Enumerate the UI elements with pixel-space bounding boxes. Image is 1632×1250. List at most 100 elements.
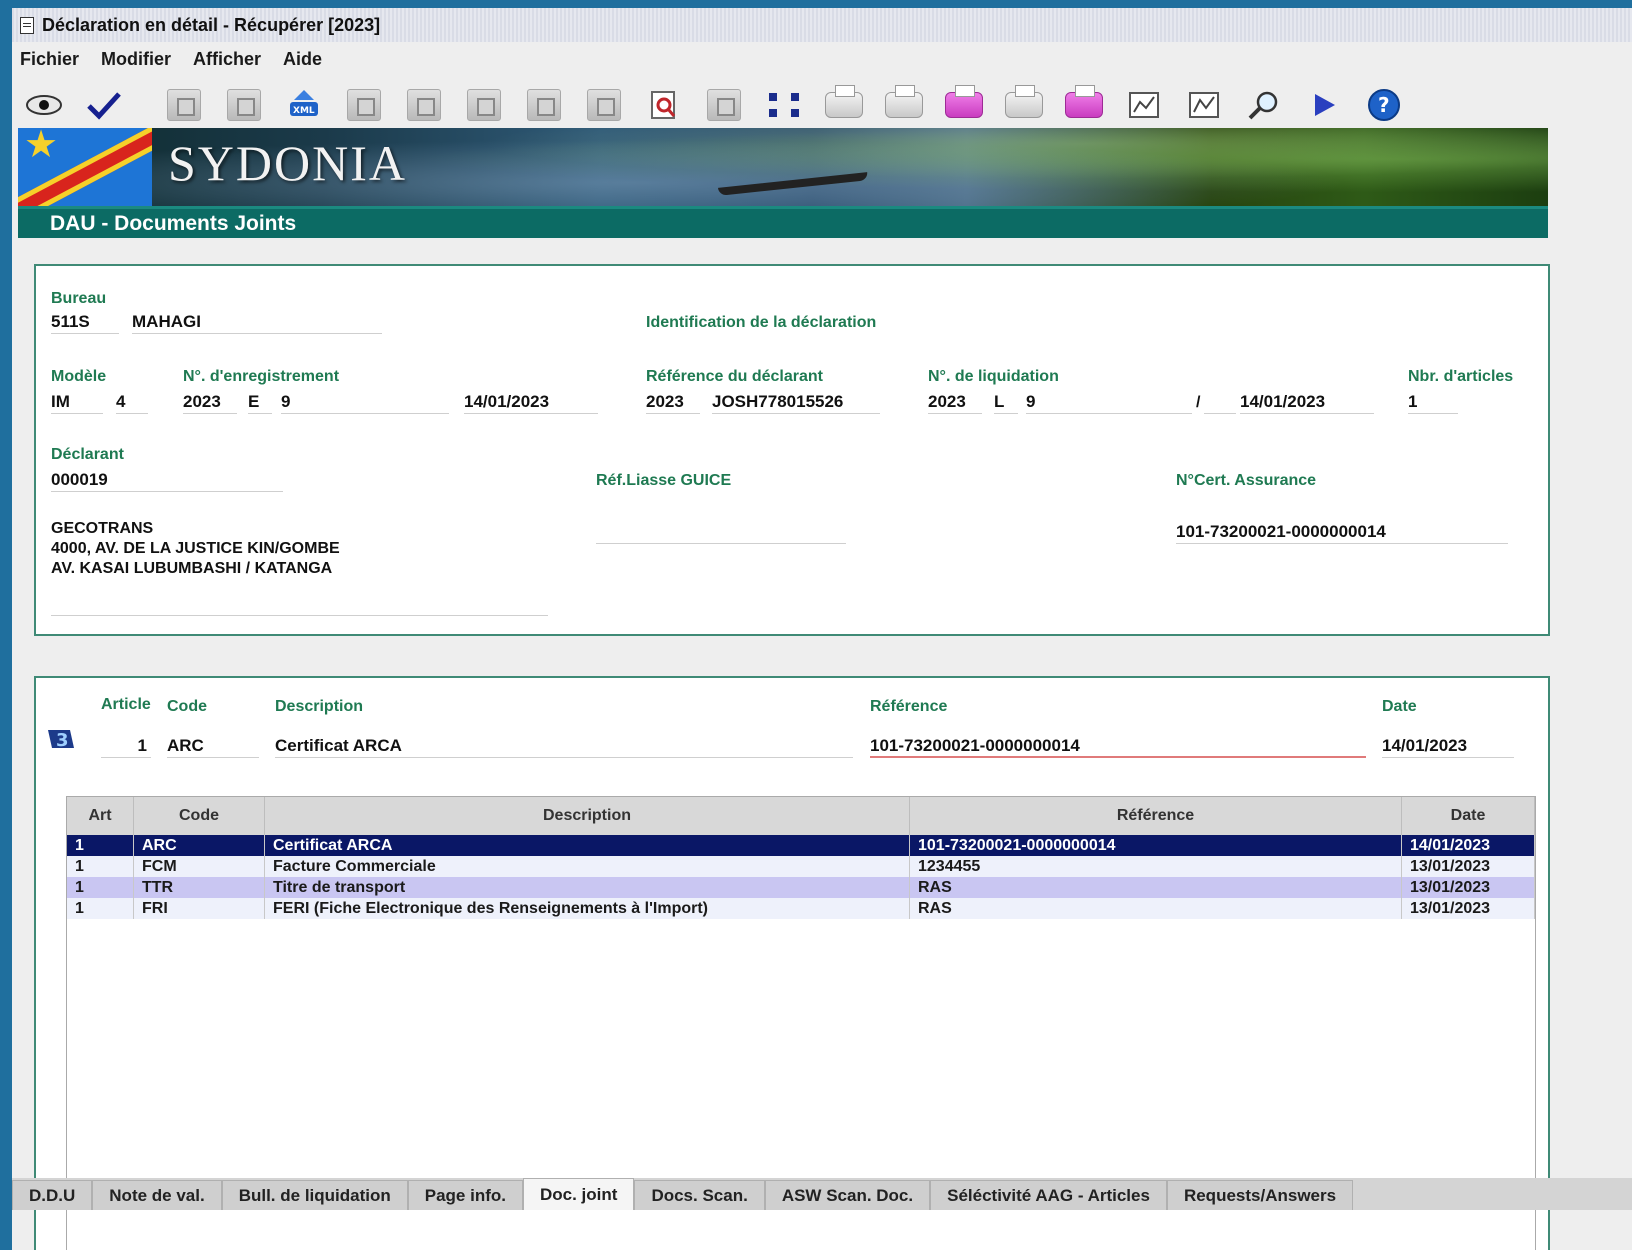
table-row[interactable]: 1 TTR Titre de transport RAS 13/01/2023 <box>67 877 1535 898</box>
menu-fichier[interactable]: Fichier <box>20 49 79 70</box>
liq-year-field[interactable]: 2023 <box>928 392 982 414</box>
ref-number-field[interactable]: JOSH778015526 <box>712 392 880 414</box>
enr-date-field[interactable]: 14/01/2023 <box>464 392 598 414</box>
toolbar-button-10[interactable] <box>582 85 626 125</box>
play-button[interactable] <box>1302 85 1346 125</box>
print-button-4[interactable] <box>1002 85 1046 125</box>
bureau-code-field[interactable]: 511S <box>51 312 119 334</box>
col-header-description[interactable]: Description <box>265 797 910 835</box>
bureau-name-field[interactable]: MAHAGI <box>132 312 382 334</box>
menu-modifier[interactable]: Modifier <box>101 49 171 70</box>
cert-assurance-field[interactable]: 101-73200021-0000000014 <box>1176 522 1508 544</box>
col-header-code[interactable]: Code <box>134 797 265 835</box>
tab-ddu[interactable]: D.D.U <box>12 1180 93 1210</box>
xml-icon: XML <box>290 90 318 116</box>
nav-3-icon[interactable]: 3 <box>44 724 78 754</box>
toolbar-button-9[interactable] <box>522 85 566 125</box>
section-title: DAU - Documents Joints <box>18 206 1548 238</box>
edit-button[interactable] <box>222 85 266 125</box>
validate-button[interactable] <box>82 85 126 125</box>
declaration-header-panel: Bureau 511S MAHAGI Identification de la … <box>34 264 1550 636</box>
pencil-icon <box>227 89 261 121</box>
checkmark-icon <box>87 92 121 120</box>
preview-button[interactable] <box>642 85 686 125</box>
liq-extra-field[interactable] <box>1204 392 1236 414</box>
col-header-art[interactable]: Art <box>67 797 134 835</box>
tab-selectivite-aag[interactable]: Séléctivité AAG - Articles <box>930 1180 1167 1210</box>
ref-liasse-field[interactable] <box>596 522 846 544</box>
printer-color-icon <box>1065 85 1103 118</box>
col-header-date[interactable]: Date <box>1402 797 1535 835</box>
reference-field[interactable]: 101-73200021-0000000014 <box>870 736 1366 758</box>
chart-icon <box>1129 92 1159 118</box>
delete-button[interactable] <box>402 85 446 125</box>
zoom-button[interactable] <box>1242 85 1286 125</box>
tab-bull-liquidation[interactable]: Bull. de liquidation <box>221 1180 408 1210</box>
description-field[interactable]: Certificat ARCA <box>275 736 853 758</box>
help-button[interactable]: ? <box>1362 85 1406 125</box>
tab-docs-scan[interactable]: Docs. Scan. <box>634 1180 765 1210</box>
xml-export-button[interactable]: XML <box>282 85 326 125</box>
doc-icon <box>707 89 741 121</box>
ref-year-field[interactable]: 2023 <box>646 392 700 414</box>
doc-icon <box>587 89 621 121</box>
print-button-5[interactable] <box>1062 85 1106 125</box>
enr-year-field[interactable]: 2023 <box>183 392 237 414</box>
liq-letter-field[interactable]: L <box>994 392 1018 414</box>
toolbar: XML ? <box>12 80 1632 130</box>
title-bar: Déclaration en détail - Récupérer [2023] <box>12 8 1632 42</box>
svg-text:XML: XML <box>293 106 315 116</box>
code-field[interactable]: ARC <box>167 736 259 758</box>
declarant-code-field[interactable]: 000019 <box>51 470 283 492</box>
cert-assurance-label: N°Cert. Assurance <box>1176 472 1317 489</box>
enr-number-field[interactable]: 9 <box>281 392 449 414</box>
nbr-articles-field[interactable]: 1 <box>1408 392 1458 414</box>
magnifier-icon <box>1248 91 1278 120</box>
tab-requests-answers[interactable]: Requests/Answers <box>1166 1180 1354 1210</box>
tab-doc-joint[interactable]: Doc. joint <box>522 1178 635 1210</box>
expand-button[interactable] <box>762 85 806 125</box>
modele-number-field[interactable]: 4 <box>116 392 148 414</box>
date-field[interactable]: 14/01/2023 <box>1382 736 1514 758</box>
reference-label: Référence <box>870 698 948 715</box>
sydonia-banner: ★ SYDONIA <box>18 128 1548 206</box>
liq-number-field[interactable]: 9 <box>1026 392 1192 414</box>
liq-date-field[interactable]: 14/01/2023 <box>1240 392 1374 414</box>
liquidation-label: N°. de liquidation <box>928 368 1059 385</box>
col-header-reference[interactable]: Référence <box>910 797 1402 835</box>
chart-button-1[interactable] <box>1122 85 1166 125</box>
cross-icon <box>407 89 441 121</box>
tab-note-de-val[interactable]: Note de val. <box>92 1180 222 1210</box>
table-header: Art Code Description Référence Date <box>67 797 1535 835</box>
article-field[interactable]: 1 <box>101 736 151 758</box>
declarant-address-field[interactable] <box>51 592 548 616</box>
tab-asw-scan-doc[interactable]: ASW Scan. Doc. <box>764 1180 931 1210</box>
declarant-label: Déclarant <box>51 446 124 463</box>
print-button-3[interactable] <box>942 85 986 125</box>
magnifier-doc-icon <box>167 89 201 121</box>
table-row[interactable]: 1 FCM Facture Commerciale 1234455 13/01/… <box>67 856 1535 877</box>
tab-page-info[interactable]: Page info. <box>407 1180 523 1210</box>
doc-search-icon <box>651 91 676 119</box>
chart-button-2[interactable] <box>1182 85 1226 125</box>
menu-afficher[interactable]: Afficher <box>193 49 261 70</box>
print-button-2[interactable] <box>882 85 926 125</box>
bottom-tabs: D.D.U Note de val. Bull. de liquidation … <box>12 1178 1632 1210</box>
table-row[interactable]: 1 ARC Certificat ARCA 101-73200021-00000… <box>67 835 1535 856</box>
table-row[interactable]: 1 FRI FERI (Fiche Electronique des Rense… <box>67 898 1535 919</box>
print-button-1[interactable] <box>822 85 866 125</box>
menu-aide[interactable]: Aide <box>283 49 322 70</box>
toolbar-button-8[interactable] <box>462 85 506 125</box>
form-icon <box>347 89 381 121</box>
help-icon: ? <box>1368 89 1400 121</box>
enr-letter-field[interactable]: E <box>248 392 272 414</box>
view-button[interactable] <box>22 85 66 125</box>
form-button[interactable] <box>342 85 386 125</box>
ref-declarant-label: Référence du déclarant <box>646 368 823 385</box>
menu-bar: Fichier Modifier Afficher Aide <box>12 44 1632 74</box>
modele-type-field[interactable]: IM <box>51 392 103 414</box>
toolbar-button-12[interactable] <box>702 85 746 125</box>
bureau-label: Bureau <box>51 290 107 307</box>
star-icon: ★ <box>24 128 59 166</box>
search-doc-button[interactable] <box>162 85 206 125</box>
